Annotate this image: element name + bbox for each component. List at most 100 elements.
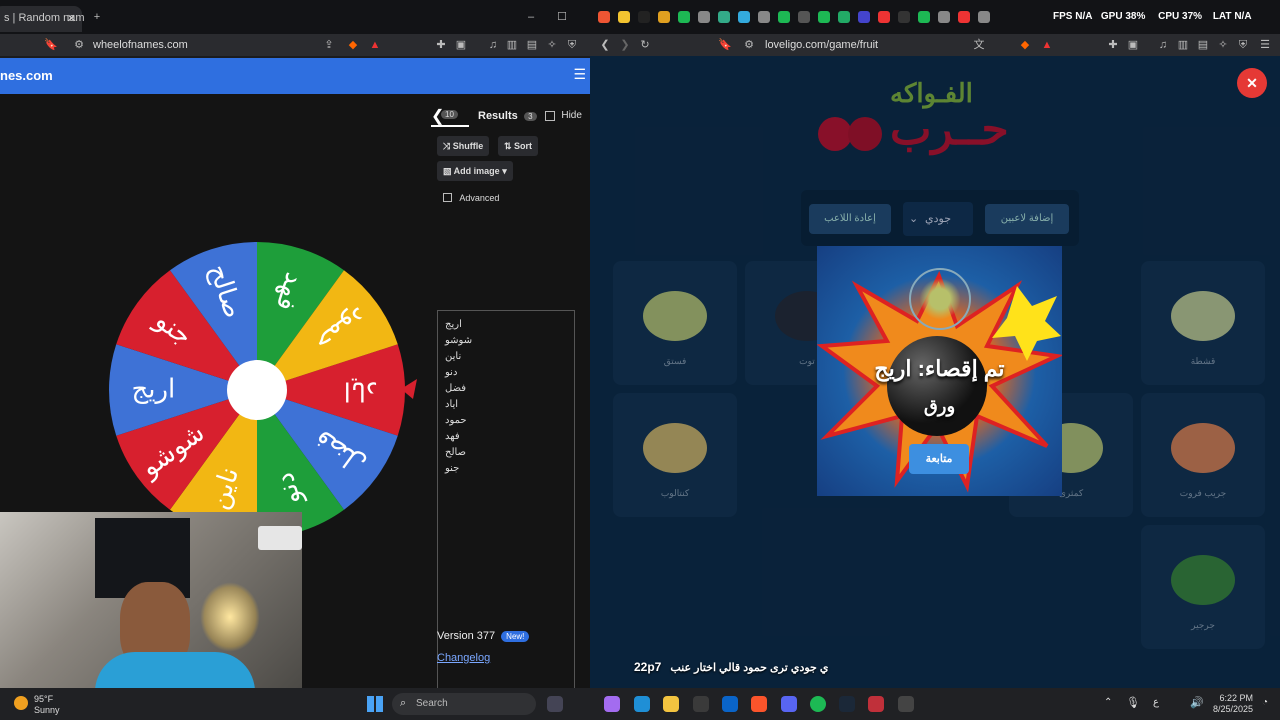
spotify-icon[interactable] bbox=[810, 696, 826, 712]
site-title[interactable]: nes.com bbox=[0, 68, 53, 83]
pinned-tab-icon[interactable] bbox=[918, 11, 930, 23]
pinned-tab-icon[interactable] bbox=[818, 11, 830, 23]
wallet-icon[interactable]: ▤ bbox=[525, 38, 539, 52]
media-icon[interactable]: ♫ bbox=[486, 38, 500, 52]
fruit-game: الفـواكه حــرب إعادة اللاعب ⌄ جودي إضافة… bbox=[590, 56, 1280, 688]
screenshot-icon[interactable]: ▣ bbox=[454, 38, 468, 52]
notification-icon[interactable]: ◔ bbox=[1262, 697, 1268, 708]
wheel[interactable]: ايادفضلدنوناينشوشواريججنوصالح فهدحمود bbox=[107, 240, 407, 540]
minimize-icon[interactable]: – bbox=[524, 10, 538, 24]
add-image-button[interactable]: ▧ Add image ▾ bbox=[437, 161, 513, 181]
file-explorer-icon[interactable] bbox=[663, 696, 679, 712]
voicemeeter-icon[interactable] bbox=[868, 696, 884, 712]
wheel-center[interactable] bbox=[227, 360, 287, 420]
results-label: Results bbox=[478, 110, 518, 122]
brave-rewards-icon[interactable]: ▲ bbox=[1040, 38, 1054, 52]
discord-icon[interactable] bbox=[781, 696, 797, 712]
search-box[interactable]: ⌕ Search bbox=[392, 693, 536, 715]
advanced-checkbox[interactable] bbox=[443, 193, 452, 203]
pinned-tab-icon[interactable] bbox=[858, 11, 870, 23]
pinned-tab-icon[interactable] bbox=[898, 11, 910, 23]
close-popup-button[interactable]: ✕ bbox=[1237, 68, 1267, 98]
brave-shield-icon[interactable]: ◆ bbox=[1018, 38, 1032, 52]
brave-shield-icon[interactable]: ◆ bbox=[346, 38, 360, 52]
edge-icon[interactable] bbox=[634, 696, 650, 712]
clock[interactable]: 6:22 PM 8/25/2025 bbox=[1213, 693, 1253, 715]
pinned-tab-icon[interactable] bbox=[738, 11, 750, 23]
pinned-tab-icon[interactable] bbox=[938, 11, 950, 23]
menu-icon[interactable]: ☰ bbox=[1258, 38, 1272, 52]
back-icon[interactable]: ❮ bbox=[598, 38, 612, 52]
extensions-icon[interactable]: ✚ bbox=[1106, 38, 1120, 52]
menu-icon[interactable]: ☰ bbox=[573, 66, 586, 83]
right-browser-window: FPS N/A GPU 38% CPU 37% LAT N/A ❮ ❯ ↻ 🔖 … bbox=[590, 0, 1280, 688]
shuffle-button[interactable]: ⤨ Shuffle bbox=[437, 136, 490, 156]
pinned-tab-icon[interactable] bbox=[598, 11, 610, 23]
sidebar-icon[interactable]: ▥ bbox=[505, 38, 519, 52]
bookmark-icon[interactable]: 🔖 bbox=[44, 38, 58, 52]
brave-icon[interactable] bbox=[751, 696, 767, 712]
site-info-icon[interactable]: ⚙ bbox=[72, 38, 86, 52]
pinned-tab-icon[interactable] bbox=[638, 11, 650, 23]
pinned-tab-icon[interactable] bbox=[838, 11, 850, 23]
tab-results[interactable]: Results 3 bbox=[478, 108, 537, 122]
extensions-icon[interactable]: ✚ bbox=[434, 38, 448, 52]
windows-start-icon[interactable] bbox=[367, 696, 383, 712]
media-icon[interactable]: ♫ bbox=[1156, 38, 1170, 52]
outlook-icon[interactable] bbox=[722, 696, 738, 712]
vpn-icon[interactable]: ⛨ bbox=[1236, 38, 1250, 52]
pinned-tab-icon[interactable] bbox=[718, 11, 730, 23]
chevron-down-icon: ▾ bbox=[499, 166, 507, 176]
advanced-label: Advanced bbox=[459, 192, 500, 203]
changelog-link[interactable]: Changelog bbox=[437, 652, 490, 664]
language-icon[interactable]: ع bbox=[1153, 697, 1159, 708]
reload-icon[interactable]: ↻ bbox=[638, 38, 652, 52]
sort-button[interactable]: ⇅ Sort bbox=[498, 136, 539, 156]
leo-icon[interactable]: ✧ bbox=[545, 38, 559, 52]
pinned-tab-icon[interactable] bbox=[958, 11, 970, 23]
share-icon[interactable]: ⇪ bbox=[322, 38, 336, 52]
address-input[interactable]: loveligo.com/game/fruit bbox=[765, 39, 878, 51]
mic-icon[interactable]: 🎙 bbox=[1126, 696, 1140, 709]
pinned-tab-icon[interactable] bbox=[798, 11, 810, 23]
translate-icon[interactable]: 文 bbox=[972, 38, 986, 52]
hide-toggle[interactable]: Hide bbox=[545, 108, 582, 122]
pinned-tab-icon[interactable] bbox=[698, 11, 710, 23]
maximize-icon[interactable]: ☐ bbox=[555, 10, 569, 24]
steam-icon[interactable] bbox=[839, 696, 855, 712]
hide-checkbox[interactable] bbox=[545, 110, 555, 121]
address-input[interactable]: wheelofnames.com bbox=[93, 39, 188, 51]
task-view-icon[interactable] bbox=[547, 696, 563, 712]
close-icon[interactable]: ✕ bbox=[67, 12, 76, 25]
brave-rewards-icon[interactable]: ▲ bbox=[368, 38, 382, 52]
app-icon[interactable] bbox=[898, 696, 914, 712]
pinned-tab-icon[interactable] bbox=[618, 11, 630, 23]
bookmark-icon[interactable]: 🔖 bbox=[718, 38, 732, 52]
names-list-item: اريج bbox=[445, 319, 462, 330]
pinned-tab-icon[interactable] bbox=[978, 11, 990, 23]
new-tab-icon[interactable]: + bbox=[90, 10, 104, 24]
pinned-tab-icon[interactable] bbox=[658, 11, 670, 23]
copilot-icon[interactable] bbox=[604, 696, 620, 712]
wallet-icon[interactable]: ▤ bbox=[1196, 38, 1210, 52]
left-browser-window: s | Random nam ✕ + – ☐ 🔖 ⚙ wheelofnames.… bbox=[0, 0, 590, 688]
pinned-tab-icon[interactable] bbox=[778, 11, 790, 23]
new-badge: New! bbox=[501, 631, 530, 642]
leo-icon[interactable]: ✧ bbox=[1216, 38, 1230, 52]
tab-wheelofnames[interactable]: s | Random nam ✕ bbox=[0, 6, 85, 32]
screenshot-icon[interactable]: ▣ bbox=[1126, 38, 1140, 52]
site-info-icon[interactable]: ⚙ bbox=[742, 38, 756, 52]
advanced-toggle[interactable]: Advanced bbox=[443, 190, 499, 204]
continue-button[interactable]: متابعة bbox=[909, 444, 969, 474]
forward-icon[interactable]: ❯ bbox=[618, 38, 632, 52]
volume-icon[interactable]: 🔊 bbox=[1190, 696, 1204, 709]
pinned-tab-icon[interactable] bbox=[878, 11, 890, 23]
tray-chevron-icon[interactable]: ⌃ bbox=[1104, 697, 1112, 708]
sidebar-icon[interactable]: ▥ bbox=[1176, 38, 1190, 52]
pinned-tab-icon[interactable] bbox=[678, 11, 690, 23]
gpu-label: GPU bbox=[1100, 11, 1123, 22]
pinned-tab-icon[interactable] bbox=[758, 11, 770, 23]
tab-entries[interactable]: ❮ 10 bbox=[425, 104, 470, 127]
store-icon[interactable] bbox=[693, 696, 709, 712]
vpn-icon[interactable]: ⛨ bbox=[565, 38, 579, 52]
